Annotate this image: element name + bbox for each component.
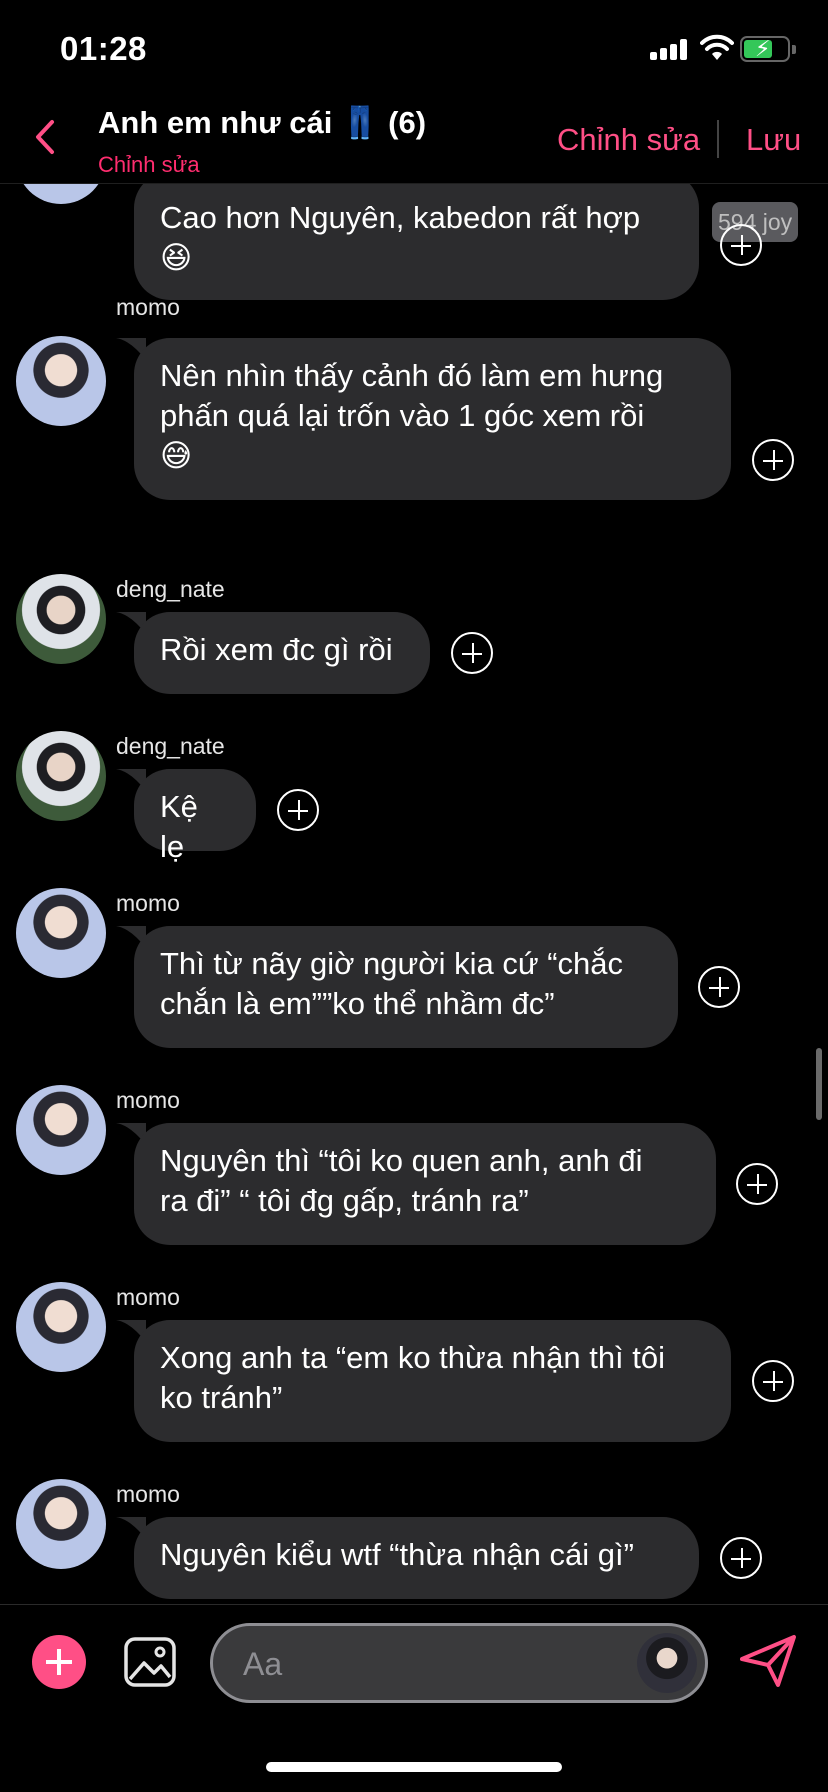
image-icon[interactable]: [124, 1637, 176, 1687]
add-reaction-icon[interactable]: [698, 966, 740, 1008]
avatar[interactable]: [16, 1282, 106, 1372]
avatar[interactable]: [16, 336, 106, 426]
sticker-avatar-icon[interactable]: [637, 1633, 697, 1693]
message-bubble[interactable]: Rồi xem đc gì rồi: [134, 612, 430, 694]
message-bubble[interactable]: Thì từ nãy giờ người kia cứ “chắc chắn l…: [134, 926, 678, 1048]
message-text: Cao hơn Nguyên, kabedon rất hợp 😆: [160, 200, 641, 275]
message-bubble[interactable]: Xong anh ta “em ko thừa nhận thì tôi ko …: [134, 1320, 731, 1442]
send-icon[interactable]: [738, 1631, 798, 1691]
message-text: Nên nhìn thấy cảnh đó làm em hưng phấn q…: [160, 358, 664, 473]
message-username: momo: [116, 1481, 180, 1507]
message-text: Xong anh ta “em ko thừa nhận thì tôi ko …: [160, 1340, 666, 1415]
status-time: 01:28: [60, 30, 147, 67]
add-reaction-icon[interactable]: [752, 439, 794, 481]
message-text: Kệ lẹ: [160, 789, 207, 864]
wifi-icon: [700, 34, 734, 60]
cellular-signal-icon: [650, 38, 690, 60]
plus-circle-icon[interactable]: [32, 1635, 86, 1689]
message-username: momo: [116, 890, 180, 916]
avatar[interactable]: [16, 574, 106, 664]
add-reaction-icon[interactable]: [736, 1163, 778, 1205]
avatar[interactable]: [16, 888, 106, 978]
message-text: Rồi xem đc gì rồi: [160, 632, 393, 667]
chat-title: Anh em như cái 👖 (6): [98, 105, 427, 140]
edit-button[interactable]: Chỉnh sửa: [557, 122, 700, 158]
status-bar: 01:28 ⚡: [0, 0, 828, 96]
scrollbar[interactable]: [816, 1048, 822, 1120]
message-input[interactable]: Aa: [210, 1623, 708, 1703]
message-username: deng_nate: [116, 733, 225, 759]
add-reaction-icon[interactable]: [277, 789, 319, 831]
message-username: momo: [116, 1087, 180, 1113]
add-reaction-icon[interactable]: [451, 632, 493, 674]
message-text: Nguyên kiểu wtf “thừa nhận cái gì”: [160, 1537, 634, 1572]
chat-header: Anh em như cái 👖 (6) Chỉnh sửa Chỉnh sửa…: [0, 96, 828, 184]
message-bubble[interactable]: Nguyên thì “tôi ko quen anh, anh đi ra đ…: [134, 1123, 716, 1245]
header-divider: [717, 120, 719, 158]
message-username: momo: [116, 1284, 180, 1310]
add-reaction-icon[interactable]: [752, 1360, 794, 1402]
message-username: deng_nate: [116, 576, 225, 602]
avatar[interactable]: [16, 731, 106, 821]
message-text: Nguyên thì “tôi ko quen anh, anh đi ra đ…: [160, 1143, 643, 1218]
message-bubble[interactable]: Kệ lẹ: [134, 769, 256, 864]
avatar[interactable]: [16, 1085, 106, 1175]
avatar[interactable]: [16, 184, 106, 204]
message-username: momo: [116, 294, 180, 320]
message-bubble[interactable]: Nguyên kiểu wtf “thừa nhận cái gì”: [134, 1517, 699, 1599]
message-list[interactable]: Cao hơn Nguyên, kabedon rất hợp 😆 594 jo…: [0, 184, 828, 1604]
message-bubble[interactable]: Nên nhìn thấy cảnh đó làm em hưng phấn q…: [134, 338, 731, 500]
add-reaction-icon[interactable]: [720, 224, 762, 266]
chat-subtitle-edit[interactable]: Chỉnh sửa: [98, 152, 200, 178]
message-bubble[interactable]: Cao hơn Nguyên, kabedon rất hợp 😆: [134, 184, 699, 300]
battery-charging-icon: ⚡: [740, 36, 796, 62]
home-indicator[interactable]: [266, 1762, 562, 1772]
save-button[interactable]: Lưu: [746, 122, 801, 158]
message-input-placeholder: Aa: [243, 1646, 283, 1682]
chevron-left-icon[interactable]: [30, 116, 60, 158]
message-text: Thì từ nãy giờ người kia cứ “chắc chắn l…: [160, 946, 624, 1021]
avatar[interactable]: [16, 1479, 106, 1569]
add-reaction-icon[interactable]: [720, 1537, 762, 1579]
